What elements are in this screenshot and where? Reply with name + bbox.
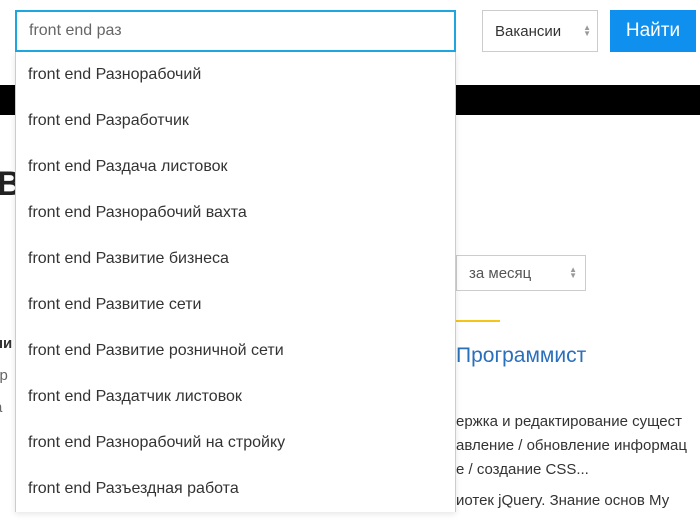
- autocomplete-dropdown: front end Разнорабочий front end Разрабо…: [15, 52, 456, 512]
- search-input[interactable]: [15, 10, 456, 52]
- ac-item[interactable]: front end Разнорабочий: [16, 52, 455, 98]
- job-description-line: иотек jQuery. Знание основ Му: [456, 492, 669, 509]
- ac-item[interactable]: front end Разнорабочий вахта: [16, 190, 455, 236]
- period-label: за месяц: [469, 265, 531, 282]
- sidebar-fragment: гр: [0, 367, 8, 384]
- vacancy-type-select[interactable]: Вакансии ▲▼: [482, 10, 598, 52]
- ac-item[interactable]: front end Раздача листовок: [16, 144, 455, 190]
- ac-item[interactable]: front end Развитие бизнеса: [16, 236, 455, 282]
- job-title-link[interactable]: Программист: [456, 344, 586, 368]
- job-description-line: ержка и редактирование сущест: [456, 413, 682, 430]
- ac-item[interactable]: front end Раздатчик листовок: [16, 374, 455, 420]
- period-select[interactable]: за месяц ▲▼: [456, 255, 586, 291]
- ac-item[interactable]: front end Разнорабочий на стройку: [16, 420, 455, 466]
- ac-item[interactable]: front end Разъездная работа: [16, 466, 455, 512]
- sidebar-fragment: ни: [0, 335, 12, 352]
- ac-item[interactable]: front end Разработчик: [16, 98, 455, 144]
- updown-icon: ▲▼: [569, 267, 577, 279]
- ac-item[interactable]: front end Развитие сети: [16, 282, 455, 328]
- vacancy-type-label: Вакансии: [495, 23, 561, 40]
- ac-item[interactable]: front end Развитие розничной сети: [16, 328, 455, 374]
- job-description-line: е / создание CSS...: [456, 461, 589, 478]
- job-description-line: авление / обновление информац: [456, 437, 687, 454]
- search-button[interactable]: Найти: [610, 10, 696, 52]
- sidebar-fragment: а: [0, 399, 2, 416]
- updown-icon: ▲▼: [583, 25, 591, 37]
